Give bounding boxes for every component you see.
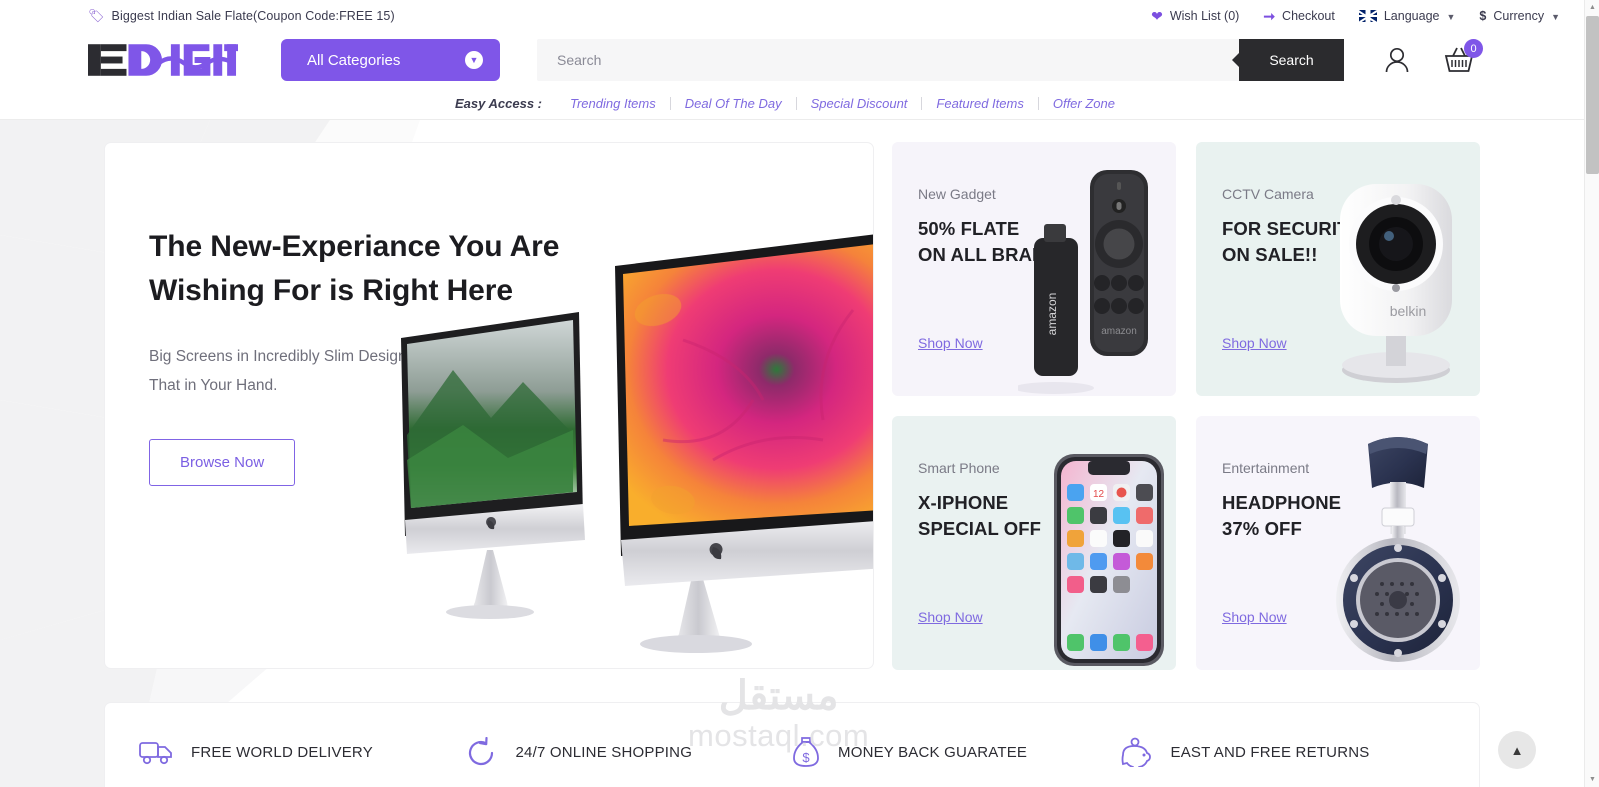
search-input[interactable] — [537, 39, 1239, 81]
easy-access-link-offer-zone[interactable]: Offer Zone — [1039, 96, 1129, 111]
promo-cards: New Gadget 50% FLATE ON ALL BRAND Shop N… — [892, 142, 1480, 670]
heart-icon: ❤ — [1151, 7, 1163, 24]
language-selector[interactable]: Language ▼ — [1358, 9, 1456, 23]
headphones-image — [1324, 428, 1472, 670]
all-categories-button[interactable]: All Categories ▼ — [281, 39, 500, 81]
feature-free-returns: EAST AND FREE RETURNS — [1119, 737, 1446, 767]
piggy-bank-icon — [1121, 737, 1151, 767]
user-icon — [1385, 47, 1409, 73]
scroll-to-top-button[interactable]: ▲ — [1498, 731, 1536, 769]
easy-access-nav: Easy Access : Trending Items Deal Of The… — [0, 88, 1584, 120]
feature-online-shopping: 24/7 ONLINE SHOPPING — [466, 737, 793, 767]
easy-access-link-trending[interactable]: Trending Items — [556, 96, 670, 111]
promo-card-entertainment[interactable]: Entertainment HEADPHONE 37% OFF Shop Now — [1196, 416, 1480, 670]
feature-label: 24/7 ONLINE SHOPPING — [515, 743, 693, 761]
cart-count-badge: 0 — [1464, 39, 1483, 58]
wishlist-link[interactable]: ❤ Wish List (0) — [1151, 8, 1239, 25]
language-label: Language — [1383, 9, 1440, 23]
promo-card-new-gadget[interactable]: New Gadget 50% FLATE ON ALL BRAND Shop N… — [892, 142, 1176, 396]
easy-access-label: Easy Access : — [455, 96, 542, 111]
checkout-link[interactable]: ➞ Checkout — [1263, 8, 1335, 25]
promo-shop-now-link[interactable]: Shop Now — [918, 335, 983, 351]
easy-access-link-special-discount[interactable]: Special Discount — [797, 96, 922, 111]
hero-banner: The New-Experiance You Are Wishing For i… — [104, 142, 874, 669]
checkout-label: Checkout — [1282, 9, 1335, 23]
announcement-bar: 🏷 Biggest Indian Sale Flate(Coupon Code:… — [0, 0, 1584, 32]
feature-free-delivery: FREE WORLD DELIVERY — [139, 738, 466, 766]
wishlist-label: Wish List (0) — [1169, 9, 1240, 23]
chevron-down-icon: ▼ — [465, 51, 483, 69]
promo-shop-now-link[interactable]: Shop Now — [1222, 609, 1287, 625]
site-header: All Categories ▼ Search Search 0 — [0, 32, 1584, 88]
chevron-down-icon: ▼ — [1551, 12, 1560, 22]
header-icons: 0 — [1384, 39, 1483, 74]
feature-money-back: $ MONEY BACK GUARATEE — [792, 736, 1119, 768]
promo-card-cctv-camera[interactable]: CCTV Camera FOR SECURITY ON SALE!! Shop … — [1196, 142, 1480, 396]
currency-selector[interactable]: $ Currency ▼ — [1479, 9, 1560, 23]
iphone-x-image: 12 — [1050, 448, 1168, 670]
cart-button[interactable]: 0 — [1444, 39, 1483, 74]
promo-shop-now-link[interactable]: Shop Now — [1222, 335, 1287, 351]
feature-label: FREE WORLD DELIVERY — [191, 743, 373, 761]
amazon-fire-tv-stick-image: amazon amazon — [1018, 166, 1168, 396]
promo-shop-now-link[interactable]: Shop Now — [918, 609, 983, 625]
promo-card-smart-phone[interactable]: Smart Phone X-IPHONE SPECIAL OFF Shop No… — [892, 416, 1176, 670]
belkin-security-camera-image: belkin — [1320, 170, 1472, 396]
dollar-sign-icon: $ — [1479, 9, 1487, 23]
feature-label: MONEY BACK GUARATEE — [838, 743, 1028, 761]
refresh-icon — [468, 737, 493, 766]
feature-label: EAST AND FREE RETURNS — [1170, 743, 1370, 761]
account-button[interactable] — [1384, 46, 1410, 74]
imac-hero-image — [383, 220, 873, 660]
chevron-down-icon: ▼ — [1446, 12, 1456, 22]
truck-icon — [139, 742, 172, 765]
uk-flag-icon — [1358, 10, 1377, 22]
tag-icon: 🏷 — [88, 7, 105, 23]
easy-access-link-deal-of-the-day[interactable]: Deal Of The Day — [671, 96, 796, 111]
site-logo[interactable] — [88, 38, 238, 82]
search-button[interactable]: Search — [1239, 39, 1344, 81]
browse-now-button[interactable]: Browse Now — [149, 438, 296, 486]
svg-text:belkin: belkin — [1390, 303, 1427, 319]
svg-text:amazon: amazon — [1101, 326, 1137, 337]
scrollbar-thumb[interactable] — [1586, 16, 1599, 174]
chevron-up-icon: ▲ — [1510, 742, 1524, 758]
easy-access-link-featured-items[interactable]: Featured Items — [922, 96, 1037, 111]
page-root: 🏷 Biggest Indian Sale Flate(Coupon Code:… — [0, 0, 1599, 787]
main-content: The New-Experiance You Are Wishing For i… — [0, 120, 1584, 787]
forward-arrow-icon: ➞ — [1263, 7, 1276, 24]
svg-text:12: 12 — [1093, 489, 1105, 500]
hero-and-promos-grid: The New-Experiance You Are Wishing For i… — [104, 142, 1480, 670]
money-bag-icon: $ — [793, 737, 819, 767]
svg-text:$: $ — [802, 750, 810, 765]
scrollbar-down-arrow[interactable]: ▼ — [1585, 772, 1599, 787]
scrollbar-up-arrow[interactable]: ▲ — [1585, 0, 1599, 15]
browser-scrollbar[interactable]: ▲ ▼ — [1584, 0, 1599, 787]
search-bar: Search — [537, 39, 1344, 81]
announcement-text: Biggest Indian Sale Flate(Coupon Code:FR… — [111, 9, 395, 23]
announcement-left: 🏷 Biggest Indian Sale Flate(Coupon Code:… — [88, 7, 1151, 24]
currency-label: Currency — [1493, 9, 1545, 23]
utility-nav: ❤ Wish List (0) ➞ Checkout Language ▼ $ … — [1151, 8, 1560, 25]
svg-text:amazon: amazon — [1045, 293, 1059, 336]
all-categories-label: All Categories — [307, 51, 401, 69]
features-bar: FREE WORLD DELIVERY 24/7 ONLINE SHOPPING… — [104, 702, 1480, 787]
